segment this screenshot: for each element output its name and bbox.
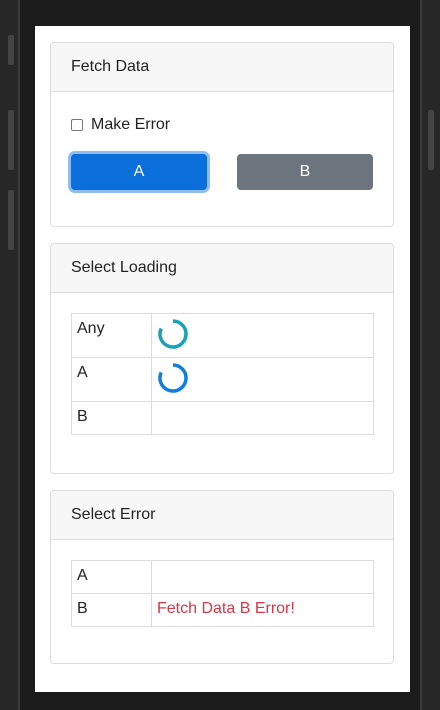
select-error-header: Select Error [51, 491, 393, 540]
loading-table: Any A B [71, 313, 374, 435]
device-side-button [8, 35, 14, 65]
device-side-button [8, 110, 14, 170]
select-loading-body: Any A B [51, 293, 393, 455]
loading-value-b [151, 401, 374, 435]
fetch-a-button[interactable]: A [71, 154, 207, 190]
select-error-card: Select Error A B Fetch Data B Error! [50, 490, 394, 664]
select-loading-header: Select Loading [51, 244, 393, 293]
select-loading-card: Select Loading Any A B [50, 243, 394, 474]
make-error-label[interactable]: Make Error [91, 116, 170, 134]
fetch-data-body: Make Error A B [51, 92, 393, 210]
select-error-body: A B Fetch Data B Error! [51, 540, 393, 647]
fetch-button-row: A B [71, 154, 373, 190]
fetch-b-button[interactable]: B [237, 154, 373, 190]
error-table: A B Fetch Data B Error! [71, 560, 374, 627]
table-row: A [71, 357, 374, 402]
table-row: B Fetch Data B Error! [71, 593, 374, 627]
fetch-data-card: Fetch Data Make Error A B [50, 42, 394, 227]
loading-value-a [151, 357, 374, 402]
loading-spinner-icon [158, 363, 188, 393]
loading-spinner-icon [158, 319, 188, 349]
error-message: Fetch Data B Error! [151, 593, 374, 627]
loading-value-any [151, 313, 374, 358]
table-row: Any [71, 313, 374, 358]
loading-key-any: Any [71, 313, 152, 358]
select-loading-title: Select Loading [71, 259, 177, 276]
make-error-checkbox[interactable] [71, 119, 83, 131]
device-side-button [8, 190, 14, 250]
loading-key-b: B [71, 401, 152, 435]
fetch-data-header: Fetch Data [51, 43, 393, 92]
table-row: B [71, 401, 374, 435]
device-side-button [428, 110, 434, 170]
app-screen: Fetch Data Make Error A B Select Loading [35, 26, 410, 692]
error-value-a [151, 560, 374, 594]
error-key-a: A [71, 560, 152, 594]
select-error-title: Select Error [71, 506, 156, 523]
error-key-b: B [71, 593, 152, 627]
table-row: A [71, 560, 374, 594]
device-frame: Fetch Data Make Error A B Select Loading [0, 0, 440, 710]
loading-key-a: A [71, 357, 152, 402]
make-error-row[interactable]: Make Error [71, 114, 373, 136]
fetch-data-title: Fetch Data [71, 58, 150, 75]
